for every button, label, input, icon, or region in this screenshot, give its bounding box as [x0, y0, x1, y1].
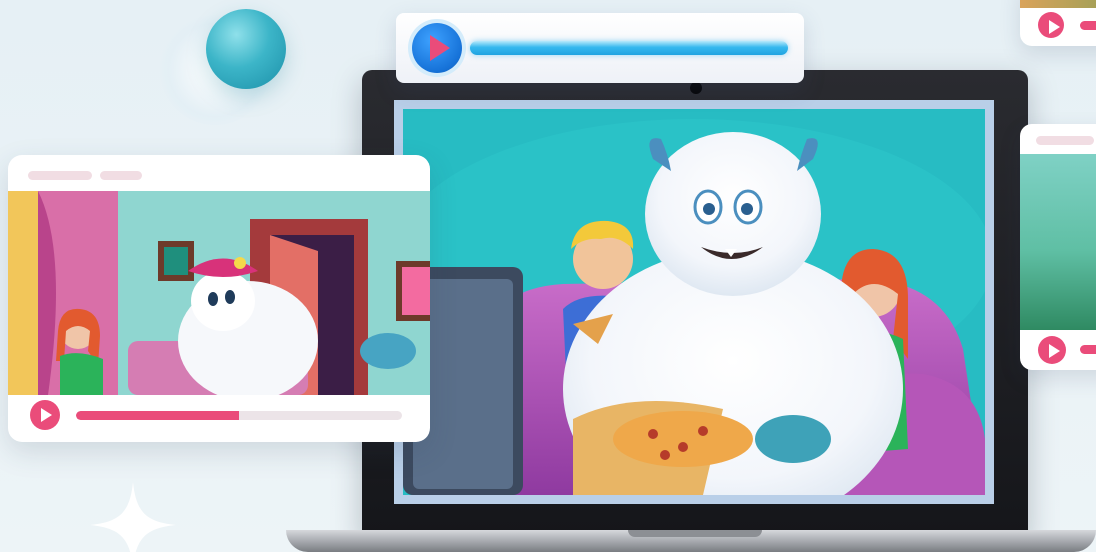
right-mid-progress-fill: [1080, 345, 1096, 354]
webcam: [690, 82, 702, 94]
left-card-progress-fill: [76, 411, 239, 420]
right-mid-title-placeholder: [1036, 136, 1094, 145]
floating-player-bar: [396, 13, 804, 83]
floating-progress-track[interactable]: [470, 41, 788, 55]
video-card-right-top: [1020, 0, 1096, 46]
left-video-scene: [8, 191, 430, 395]
laptop-screen: [394, 100, 994, 504]
floating-play-button[interactable]: [412, 23, 462, 73]
main-video-scene: [403, 109, 985, 495]
main-video-frame[interactable]: [403, 109, 985, 495]
video-card-right-mid: [1020, 124, 1096, 370]
video-thumbnail-right-mid[interactable]: [1020, 154, 1096, 330]
video-thumbnail-left[interactable]: [8, 191, 430, 395]
right-mid-play-button[interactable]: [1038, 336, 1066, 364]
right-top-progress-fill: [1080, 21, 1096, 30]
left-card-progress-track[interactable]: [76, 411, 402, 420]
right-top-play-button[interactable]: [1038, 12, 1064, 38]
left-card-play-button[interactable]: [30, 400, 60, 430]
sparkle-icon: [90, 482, 176, 552]
video-thumbnail-right-top[interactable]: [1020, 0, 1096, 8]
subtitle-placeholder: [100, 171, 142, 180]
video-card-left: [8, 155, 430, 442]
title-placeholder: [28, 171, 92, 180]
laptop-hinge-notch: [628, 530, 762, 537]
play-icon: [430, 35, 450, 61]
orb-decoration: [206, 9, 286, 89]
